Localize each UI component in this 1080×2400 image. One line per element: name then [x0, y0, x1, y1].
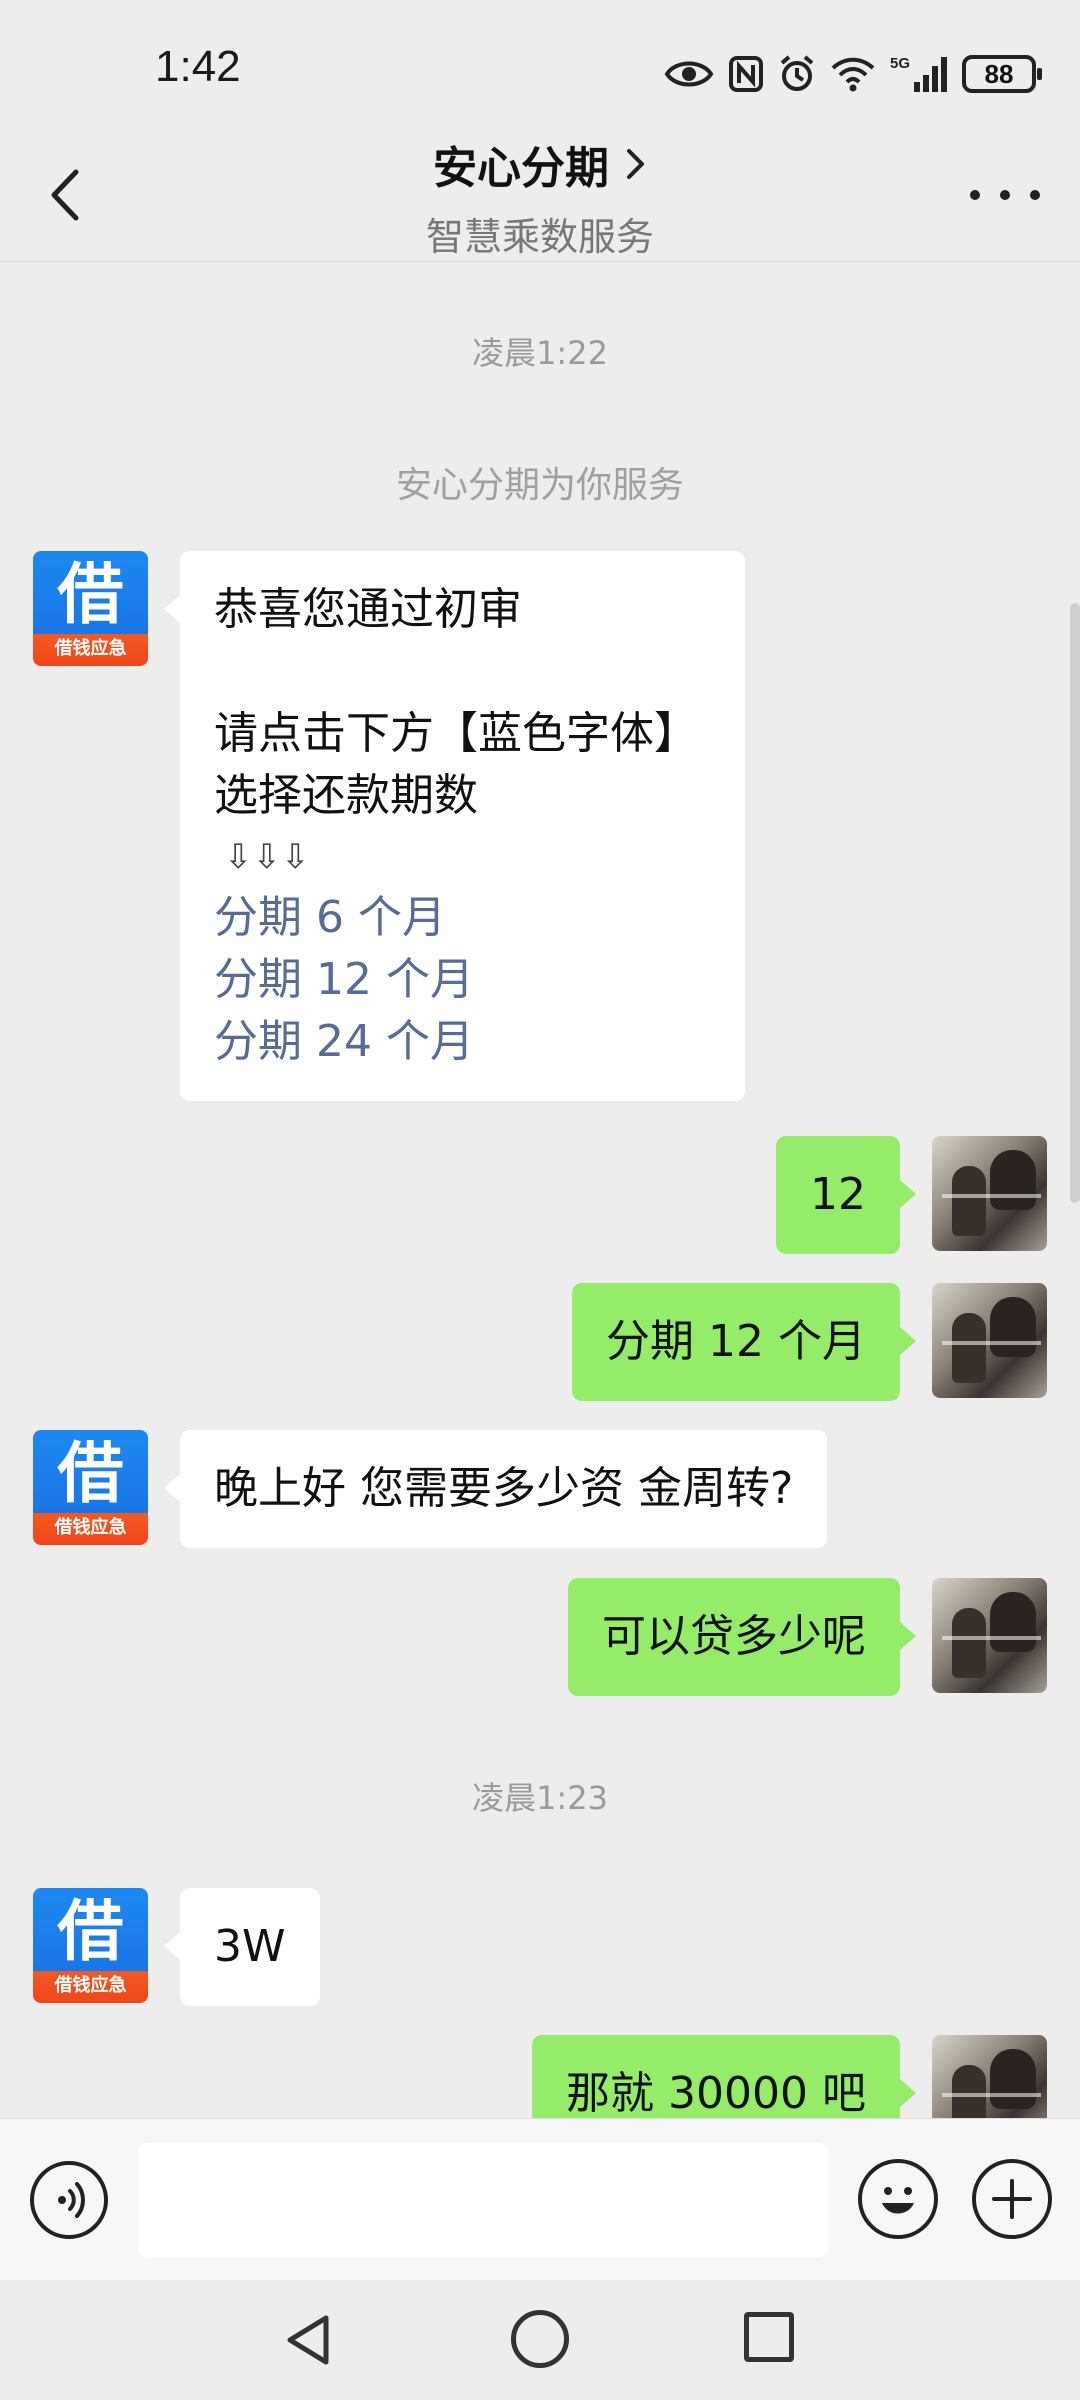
bot-avatar[interactable]: 借 借钱应急: [33, 1430, 148, 1545]
header-title-block[interactable]: 安心分期 智慧乘数服务: [0, 132, 1080, 261]
wifi-icon: [831, 57, 875, 92]
status-bar: 1:42 5G 88: [0, 0, 1080, 130]
voice-icon: [58, 2182, 85, 2218]
system-message: 安心分期为你服务: [395, 465, 684, 506]
user-avatar[interactable]: [932, 1578, 1047, 1693]
installment-6-link[interactable]: 分期 6 个月: [214, 887, 711, 949]
chat-title: 安心分期: [433, 143, 609, 194]
more-dot: [970, 190, 980, 200]
nav-recents-button[interactable]: [744, 2312, 794, 2362]
plus-button[interactable]: [972, 2159, 1052, 2239]
bot-avatar[interactable]: 借 借钱应急: [33, 1888, 148, 2003]
more-dot: [1000, 190, 1010, 200]
bot-avatar[interactable]: 借 借钱应急: [33, 551, 148, 666]
user-avatar[interactable]: [932, 1136, 1047, 1251]
nav-home-button[interactable]: [511, 2310, 569, 2368]
alarm-icon: [780, 55, 814, 91]
status-time: 1:42: [155, 42, 241, 91]
message-text: 恭喜您通过初审: [214, 584, 522, 635]
message-bubble-sent[interactable]: 分期 12 个月: [572, 1283, 916, 1401]
signal-5g-icon: 5G: [890, 55, 947, 92]
installment-12-link[interactable]: 分期 12 个月: [214, 949, 711, 1011]
eye-icon: [664, 61, 714, 87]
chat-header: 安心分期 智慧乘数服务: [0, 130, 1080, 262]
message-bubble-received[interactable]: 晚上好 您需要多少资 金周转?: [163, 1430, 828, 1548]
plus-icon: [992, 2179, 1032, 2219]
message-text: 选择还款期数: [214, 770, 478, 821]
message-input[interactable]: [138, 2143, 828, 2257]
down-arrows: ⇩⇩⇩: [224, 837, 310, 877]
scrollbar[interactable]: [1070, 603, 1080, 1203]
battery-indicator: 88: [962, 55, 1042, 93]
emoji-icon: [882, 2187, 914, 2214]
nfc-icon: [729, 56, 763, 92]
message-list[interactable]: 凌晨1:22 安心分期为你服务 借 借钱应急 恭喜您通过初审 请点击下方【蓝色字…: [0, 263, 1080, 2118]
user-avatar[interactable]: [932, 2035, 1047, 2118]
chat-subtitle: 智慧乘数服务: [425, 215, 654, 259]
message-bubble-sent[interactable]: 12: [776, 1136, 916, 1254]
timestamp: 凌晨1:22: [472, 334, 608, 372]
system-nav-bar: [0, 2280, 1080, 2400]
chevron-right-icon: [627, 149, 644, 179]
emoji-button[interactable]: [858, 2159, 938, 2239]
svg-text:5G: 5G: [890, 55, 910, 72]
status-icons: 5G 88: [664, 50, 1042, 98]
nav-back-button[interactable]: [280, 2310, 340, 2370]
user-avatar[interactable]: [932, 1283, 1047, 1398]
more-dot: [1030, 190, 1040, 200]
input-bar: [0, 2118, 1080, 2280]
installment-24-link[interactable]: 分期 24 个月: [214, 1011, 711, 1073]
voice-button[interactable]: [30, 2161, 108, 2239]
message-text: 请点击下方【蓝色字体】: [214, 708, 698, 759]
timestamp: 凌晨1:23: [472, 1779, 608, 1817]
message-bubble-sent[interactable]: 那就 30000 吧: [532, 2035, 916, 2118]
message-bubble-sent[interactable]: 可以贷多少呢: [568, 1578, 916, 1696]
message-bubble-received[interactable]: 恭喜您通过初审 请点击下方【蓝色字体】 选择还款期数 ⇩⇩⇩ 分期 6 个月 分…: [164, 551, 745, 1101]
more-button[interactable]: [970, 180, 1040, 210]
message-bubble-received[interactable]: 3W: [164, 1888, 320, 2006]
